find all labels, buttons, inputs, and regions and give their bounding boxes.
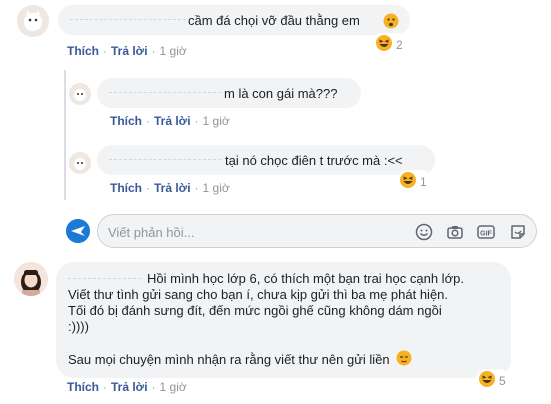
avatar-photo — [17, 5, 49, 37]
sticker-icon[interactable] — [508, 222, 528, 242]
comment-bubble: Hồi mình học lớp 6, có thích một bạn tra… — [56, 262, 511, 378]
reply-text: m là con gái mà??? — [224, 86, 338, 101]
timestamp[interactable]: 1 giờ — [203, 114, 230, 128]
avatar-photo — [14, 262, 48, 296]
avatar[interactable] — [69, 152, 91, 174]
comment-last-line: Sau mọi chuyện mình nhận ra rằng viết th… — [68, 350, 412, 370]
reply-bubble: m là con gái mà??? — [97, 78, 361, 108]
current-user-avatar[interactable] — [66, 219, 90, 243]
relieved-emoji-icon — [396, 350, 412, 370]
reply-link[interactable]: Trả lời — [111, 44, 148, 58]
comment-line: Sau mọi chuyện mình nhận ra rằng viết th… — [68, 352, 390, 367]
timestamp[interactable]: 1 giờ — [160, 44, 187, 58]
comment-actions: Thích · Trả lời · 1 giờ — [67, 380, 187, 394]
reply-composer: GIF — [97, 214, 537, 248]
timestamp[interactable]: 1 giờ — [203, 181, 230, 195]
reaction-count: 2 — [396, 37, 403, 52]
reply-link[interactable]: Trả lời — [111, 380, 148, 394]
separator-dot: · — [103, 44, 107, 58]
avatar[interactable] — [69, 83, 91, 105]
avatar-photo — [69, 152, 91, 174]
separator-dot: · — [151, 380, 156, 394]
reply-text: tại nó chọc điên t trước mà :<< — [225, 153, 403, 168]
gif-icon[interactable]: GIF — [476, 222, 496, 242]
comment-line: Viết thư tình gửi sang cho bạn í, chưa k… — [68, 287, 449, 302]
reaction-count: 1 — [420, 174, 427, 189]
comment-line: :)))) — [68, 319, 89, 334]
haha-emoji-icon — [399, 171, 417, 192]
worried-emoji-icon — [383, 13, 399, 33]
like-link[interactable]: Thích — [110, 181, 142, 195]
reply-actions: Thích · Trả lời · 1 giờ — [110, 114, 230, 128]
comment-line: Hồi mình học lớp 6, có thích một bạn tra… — [147, 271, 464, 286]
like-link[interactable]: Thích — [110, 114, 142, 128]
reply-link[interactable]: Trả lời — [154, 114, 191, 128]
emoji-icon[interactable] — [414, 222, 434, 242]
comment-text: cầm đá chọi vỡ đầu thằng em — [188, 13, 360, 28]
redacted-name — [109, 92, 221, 93]
comment-text: Hồi mình học lớp 6, có thích một bạn tra… — [68, 271, 508, 335]
comment-actions: Thích · Trả lời · 1 giờ — [67, 44, 187, 58]
svg-text:GIF: GIF — [480, 231, 492, 238]
reaction-summary[interactable]: 2 — [373, 33, 407, 56]
separator-dot: · — [146, 114, 150, 128]
separator-dot: · — [103, 380, 107, 394]
reply-link[interactable]: Trả lời — [154, 181, 191, 195]
camera-icon[interactable] — [445, 222, 465, 242]
like-link[interactable]: Thích — [67, 380, 99, 394]
haha-emoji-icon — [375, 34, 393, 55]
reply-actions: Thích · Trả lời · 1 giờ — [110, 181, 230, 195]
avatar-photo — [69, 83, 91, 105]
redacted-name — [109, 159, 221, 160]
separator-dot: · — [194, 114, 199, 128]
comment-line: Tối đó bị đánh sưng đít, đến mức ngồi gh… — [68, 303, 442, 318]
comment-bubble: cầm đá chọi vỡ đầu thằng em — [58, 5, 410, 35]
separator-dot: · — [194, 181, 199, 195]
timestamp[interactable]: 1 giờ — [160, 380, 187, 394]
thread-line — [64, 70, 66, 200]
reaction-count: 5 — [499, 373, 506, 388]
avatar[interactable] — [14, 262, 48, 296]
avatar[interactable] — [17, 5, 49, 37]
separator-dot: · — [151, 44, 156, 58]
like-link[interactable]: Thích — [67, 44, 99, 58]
redacted-name — [70, 19, 186, 20]
reaction-summary[interactable]: 5 — [476, 369, 510, 392]
haha-emoji-icon — [478, 370, 496, 391]
reaction-summary[interactable]: 1 — [397, 170, 431, 193]
current-user-avatar-photo — [66, 219, 90, 243]
reply-bubble: tại nó chọc điên t trước mà :<< — [97, 145, 435, 175]
reply-input[interactable] — [108, 223, 398, 241]
separator-dot: · — [146, 181, 150, 195]
